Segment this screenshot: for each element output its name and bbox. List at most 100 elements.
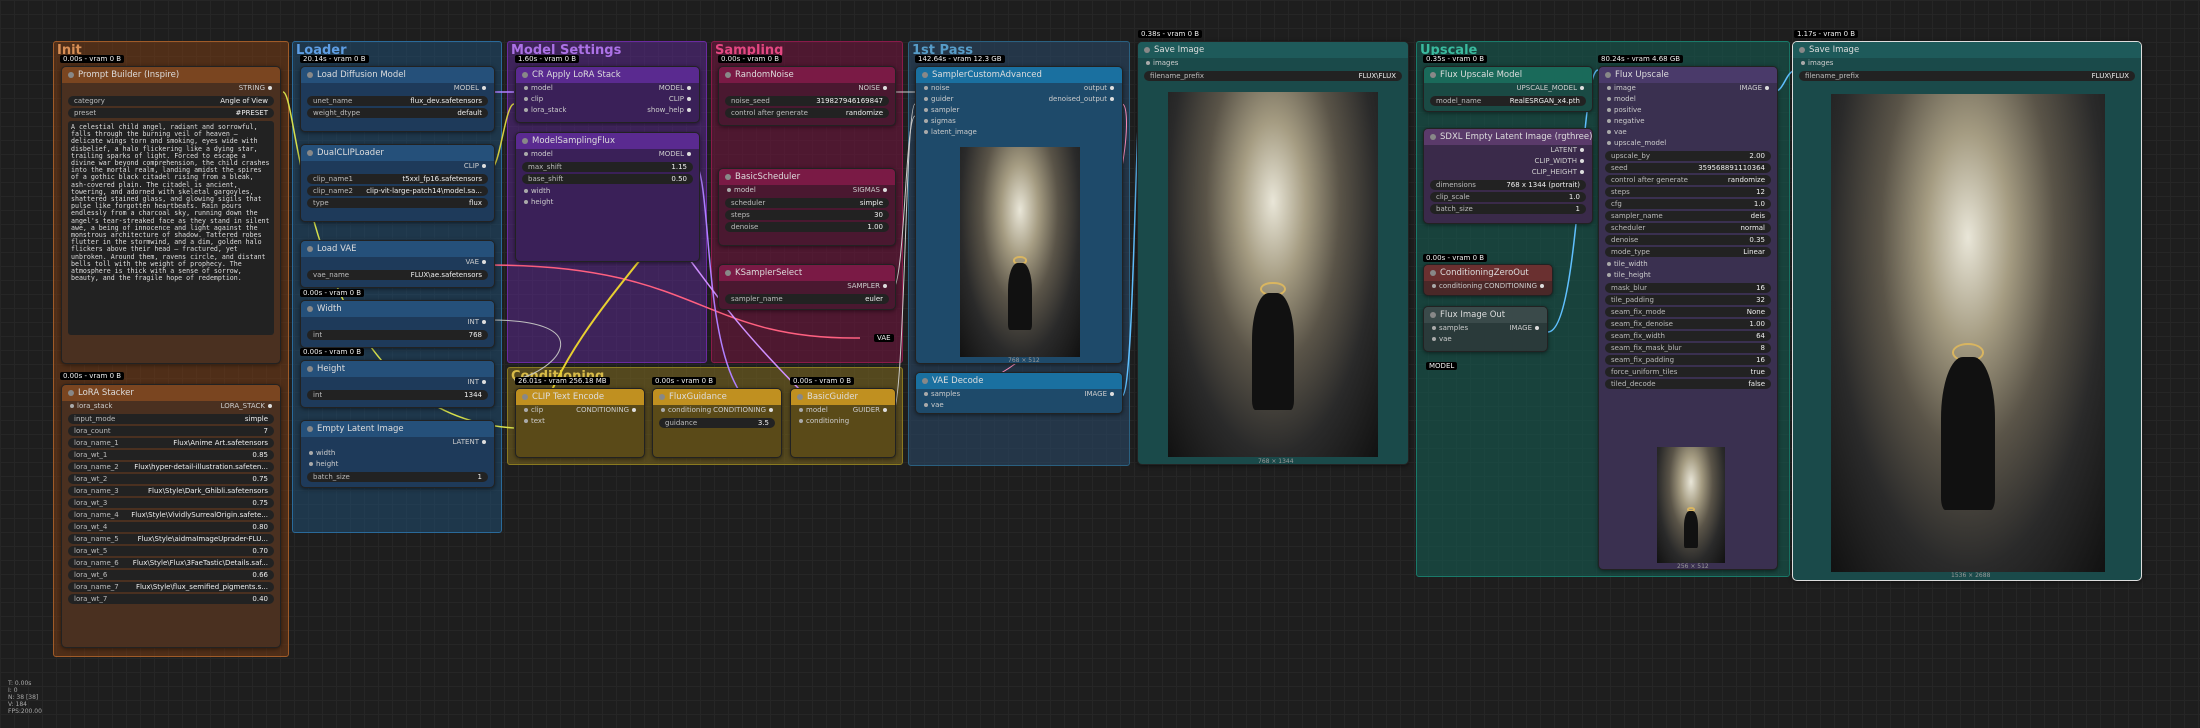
node-ksampler-select[interactable]: KSamplerSelect SAMPLER sampler_name euler bbox=[718, 264, 896, 310]
input-sampler[interactable]: sampler bbox=[924, 105, 959, 116]
sampler-name-combo[interactable]: sampler_name euler bbox=[725, 294, 889, 304]
steps-int[interactable]: steps 30 bbox=[725, 210, 889, 220]
node-height[interactable]: Height INT int 1344 bbox=[300, 360, 495, 408]
output-show-help[interactable]: show_help bbox=[647, 105, 691, 116]
control-after-generate-combo[interactable]: control after generate randomize bbox=[725, 108, 889, 118]
clip-scale-float[interactable]: clip_scale 1.0 bbox=[1430, 192, 1586, 202]
dimensions-combo[interactable]: dimensions 768 x 1344 (portrait) bbox=[1430, 180, 1586, 190]
input-text[interactable]: text bbox=[524, 416, 545, 427]
widget-steps[interactable]: steps 12 bbox=[1605, 187, 1771, 197]
node-title[interactable]: ModelSamplingFlux bbox=[516, 133, 699, 149]
output-upscale-model[interactable]: UPSCALE_MODEL bbox=[1516, 83, 1584, 94]
node-save-image-1[interactable]: Save Image images filename_prefix FLUX\FL… bbox=[1137, 41, 1409, 465]
output-clip-width[interactable]: CLIP_WIDTH bbox=[1535, 156, 1585, 167]
input-vae[interactable]: vae bbox=[1607, 127, 1627, 138]
widget-seam-fix-mode[interactable]: seam_fix_mode None bbox=[1605, 307, 1771, 317]
reroute-vae[interactable]: VAE bbox=[874, 334, 894, 342]
output-sampler[interactable]: SAMPLER bbox=[847, 281, 887, 292]
input-tile-width[interactable]: tile_width bbox=[1607, 259, 1648, 270]
input-conditioning[interactable]: conditioning bbox=[1432, 281, 1482, 292]
input-conditioning[interactable]: conditioning bbox=[799, 416, 849, 427]
output-model[interactable]: MODEL bbox=[454, 83, 486, 94]
input-sigmas[interactable]: sigmas bbox=[924, 116, 956, 127]
widget-sampler-name[interactable]: sampler_name deis bbox=[1605, 211, 1771, 221]
widget-tiled-decode[interactable]: tiled_decode false bbox=[1605, 379, 1771, 389]
batch-size-int[interactable]: batch_size 1 bbox=[307, 472, 488, 482]
noise-seed-int[interactable]: noise_seed 319827946169847 bbox=[725, 96, 889, 106]
widget-lora-name-1[interactable]: lora_name_1 Flux\Anime Art.safetensors bbox=[68, 438, 274, 448]
input-conditioning[interactable]: conditioning bbox=[661, 405, 711, 416]
node-flux-image-out[interactable]: Flux Image Out samples IMAGE vae bbox=[1423, 306, 1548, 352]
node-vae-decode[interactable]: VAE Decode samples IMAGE vae bbox=[915, 372, 1123, 414]
input-lora-stack[interactable]: lora_stack bbox=[524, 105, 566, 116]
input-vae[interactable]: vae bbox=[924, 400, 944, 411]
weight-dtype-combo[interactable]: weight_dtype default bbox=[307, 108, 488, 118]
input-tile-height[interactable]: tile_height bbox=[1607, 270, 1651, 281]
widget-seam-fix-padding[interactable]: seam_fix_padding 16 bbox=[1605, 355, 1771, 365]
filename-prefix-text[interactable]: filename_prefix FLUX\FLUX bbox=[1144, 71, 1402, 81]
input-image[interactable]: image bbox=[1607, 83, 1636, 94]
node-title[interactable]: Flux Image Out bbox=[1424, 307, 1547, 323]
node-title[interactable]: VAE Decode bbox=[916, 373, 1122, 389]
widget-lora-name-4[interactable]: lora_name_4 Flux\Style\VividlySurrealOrig… bbox=[68, 510, 274, 520]
node-title[interactable]: Flux Upscale bbox=[1599, 67, 1777, 83]
node-width[interactable]: Width INT int 768 bbox=[300, 300, 495, 348]
input-guider[interactable]: guider bbox=[924, 94, 953, 105]
base-shift-float[interactable]: base_shift 0.50 bbox=[522, 174, 693, 184]
node-random-noise[interactable]: RandomNoise NOISE noise_seed 319827946169… bbox=[718, 66, 896, 126]
input-images[interactable]: images bbox=[1801, 58, 1833, 69]
output-int[interactable]: INT bbox=[467, 317, 486, 328]
max-shift-float[interactable]: max_shift 1.15 bbox=[522, 162, 693, 172]
node-basic-guider[interactable]: BasicGuider model GUIDER conditioning bbox=[790, 388, 896, 458]
output-image[interactable]: IMAGE bbox=[1084, 389, 1114, 400]
node-title[interactable]: Save Image bbox=[1793, 42, 2141, 58]
widget-lora-wt-5[interactable]: lora_wt_5 0.70 bbox=[68, 546, 274, 556]
prompt-textarea[interactable]: A celestial child angel, radiant and sor… bbox=[68, 121, 274, 335]
node-title[interactable]: Flux Upscale Model bbox=[1424, 67, 1592, 83]
output-image[interactable]: IMAGE bbox=[1739, 83, 1769, 94]
input-vae[interactable]: vae bbox=[1432, 334, 1452, 345]
node-clip-text-encode[interactable]: CLIP Text Encode clip CONDITIONING text bbox=[515, 388, 645, 458]
widget-lora-count[interactable]: lora_count 7 bbox=[68, 426, 274, 436]
widget-lora-wt-6[interactable]: lora_wt_6 0.66 bbox=[68, 570, 274, 580]
input-images[interactable]: images bbox=[1146, 58, 1178, 69]
node-title[interactable]: DualCLIPLoader bbox=[301, 145, 494, 161]
node-title[interactable]: SamplerCustomAdvanced bbox=[916, 67, 1122, 83]
node-title[interactable]: Width bbox=[301, 301, 494, 317]
node-conditioning-zero-out[interactable]: ConditioningZeroOut conditioning CONDITIO… bbox=[1423, 264, 1553, 296]
scheduler-combo[interactable]: scheduler simple bbox=[725, 198, 889, 208]
output-conditioning[interactable]: CONDITIONING bbox=[576, 405, 636, 416]
node-title[interactable]: Load Diffusion Model bbox=[301, 67, 494, 83]
widget-tile-padding[interactable]: tile_padding 32 bbox=[1605, 295, 1771, 305]
node-title[interactable]: ConditioningZeroOut bbox=[1424, 265, 1552, 281]
widget-seam-fix-denoise[interactable]: seam_fix_denoise 1.00 bbox=[1605, 319, 1771, 329]
node-title[interactable]: Save Image bbox=[1138, 42, 1408, 58]
node-title[interactable]: SDXL Empty Latent Image (rgthree) bbox=[1424, 129, 1592, 145]
widget-lora-wt-3[interactable]: lora_wt_3 0.75 bbox=[68, 498, 274, 508]
output-vae[interactable]: VAE bbox=[465, 257, 486, 268]
widget-lora-name-6[interactable]: lora_name_6 Flux\Style\Flux\3FaeTastic\De… bbox=[68, 558, 274, 568]
node-flux-guidance[interactable]: FluxGuidance conditioning CONDITIONING gu… bbox=[652, 388, 782, 458]
input-model[interactable]: model bbox=[799, 405, 828, 416]
preset-combo[interactable]: preset #PRESET bbox=[68, 108, 274, 118]
node-title[interactable]: RandomNoise bbox=[719, 67, 895, 83]
filename-prefix-text[interactable]: filename_prefix FLUX\FLUX bbox=[1799, 71, 2135, 81]
output-clip[interactable]: CLIP bbox=[464, 161, 486, 172]
output-conditioning[interactable]: CONDITIONING bbox=[1484, 281, 1544, 292]
height-int[interactable]: int 1344 bbox=[307, 390, 488, 400]
node-title[interactable]: LoRA Stacker bbox=[62, 385, 280, 401]
input-clip[interactable]: clip bbox=[524, 94, 543, 105]
widget-lora-wt-7[interactable]: lora_wt_7 0.40 bbox=[68, 594, 274, 604]
node-prompt-builder[interactable]: Prompt Builder (Inspire) STRING category… bbox=[61, 66, 281, 364]
output-clip[interactable]: CLIP bbox=[669, 94, 691, 105]
input-negative[interactable]: negative bbox=[1607, 116, 1645, 127]
input-model[interactable]: model bbox=[727, 185, 756, 196]
input-latent-image[interactable]: latent_image bbox=[924, 127, 977, 138]
node-title[interactable]: BasicGuider bbox=[791, 389, 895, 405]
guidance-float[interactable]: guidance 3.5 bbox=[659, 418, 775, 428]
input-width[interactable]: width bbox=[309, 448, 335, 459]
widget-upscale-by[interactable]: upscale_by 2.00 bbox=[1605, 151, 1771, 161]
widget-lora-wt-2[interactable]: lora_wt_2 0.75 bbox=[68, 474, 274, 484]
widget-control-after-generate[interactable]: control after generate randomize bbox=[1605, 175, 1771, 185]
node-flux-upscale[interactable]: Flux Upscale image IMAGE model positive n… bbox=[1598, 66, 1778, 570]
